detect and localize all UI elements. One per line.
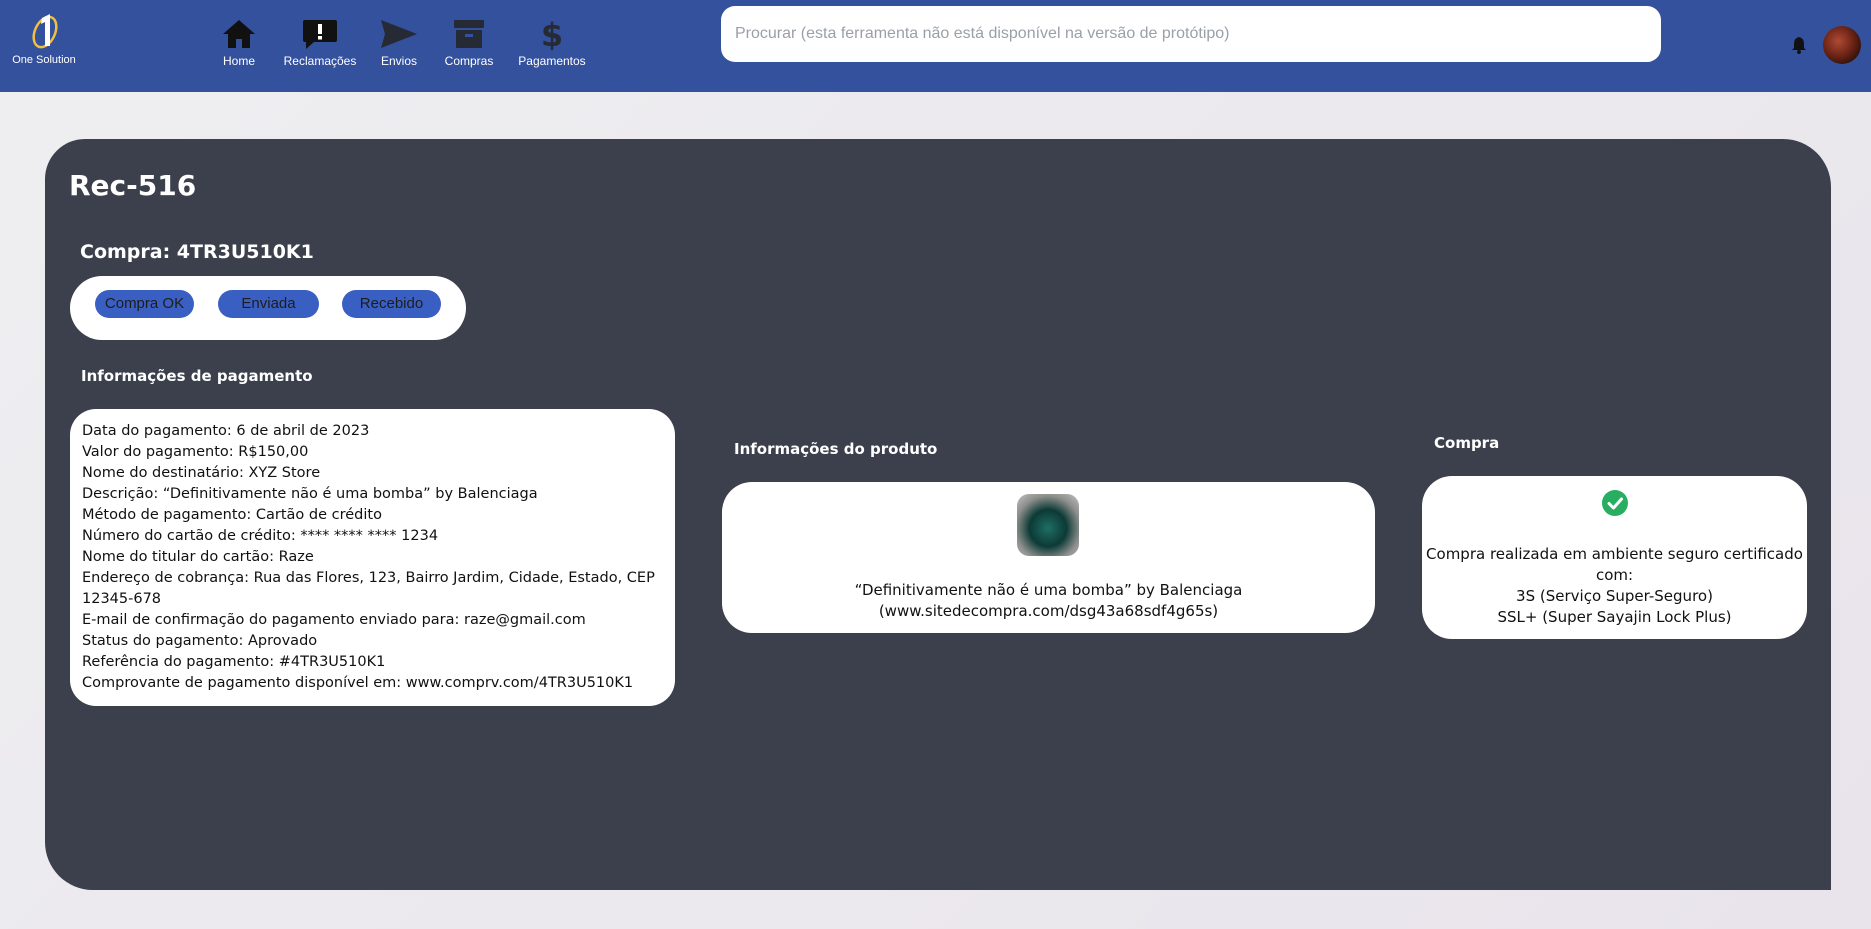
logo-text: One Solution — [12, 54, 76, 66]
payment-line: Valor do pagamento: R$150,00 — [82, 444, 309, 460]
check-circle-icon — [1602, 490, 1628, 516]
payment-line: Endereço de cobrança: Rua das Flores, 12… — [82, 570, 655, 607]
secure-line: 3S (Serviço Super-Seguro) — [1516, 587, 1713, 605]
nav-home[interactable]: Home — [214, 18, 264, 74]
payment-line: Nome do destinatário: XYZ Store — [82, 465, 321, 481]
payment-line: Referência do pagamento: #4TR3U510K1 — [82, 654, 386, 670]
status-tracker: Compra OK Enviada Recebido — [70, 276, 466, 340]
archive-icon — [454, 20, 484, 48]
logo-icon — [32, 14, 58, 49]
payment-line: Método de pagamento: Cartão de crédito — [82, 507, 382, 523]
send-icon — [381, 20, 417, 48]
main-panel: Rec-516 Compra: 4TR3U510K1 Compra OK Env… — [45, 139, 1831, 890]
purchase-heading: Compra — [1434, 434, 1500, 452]
payment-info-card: Data do pagamento: 6 de abril de 2023 Va… — [70, 409, 675, 706]
product-heading: Informações do produto — [734, 440, 938, 458]
search-input[interactable] — [721, 6, 1661, 62]
nav-pagamentos[interactable]: $ Pagamentos — [516, 18, 588, 74]
payment-line: Status do pagamento: Aprovado — [82, 633, 318, 649]
payment-line: Nome do titular do cartão: Raze — [82, 549, 314, 565]
payment-line: Data do pagamento: 6 de abril de 2023 — [82, 423, 370, 439]
status-compra-ok[interactable]: Compra OK — [95, 290, 194, 318]
nav-reclamacoes[interactable]: Reclamações — [282, 18, 358, 74]
nav-envios-label: Envios — [380, 54, 418, 68]
nav-compras-label: Compras — [444, 54, 494, 68]
bell-icon[interactable] — [1791, 36, 1807, 58]
product-info-card: “Definitivamente não é uma bomba” by Bal… — [722, 482, 1375, 633]
secure-line: Compra realizada em ambiente seguro cert… — [1426, 545, 1803, 563]
product-name: “Definitivamente não é uma bomba” by Bal… — [854, 581, 1243, 599]
nav-home-label: Home — [222, 54, 255, 68]
secure-line: com: — [1595, 566, 1634, 584]
purchase-title: Compra: 4TR3U510K1 — [80, 241, 314, 263]
logo[interactable]: One Solution — [8, 12, 80, 72]
payment-line: Descrição: “Definitivamente não é uma bo… — [82, 486, 538, 502]
top-navbar: One Solution Home Reclamações Envios Com… — [0, 0, 1871, 92]
payment-heading: Informações de pagamento — [81, 367, 313, 385]
nav-compras[interactable]: Compras — [440, 18, 498, 74]
product-image — [1017, 494, 1079, 556]
payment-line: Comprovante de pagamento disponível em: … — [82, 675, 634, 691]
complaint-icon — [303, 20, 337, 49]
svg-text:$: $ — [541, 18, 563, 50]
status-recebido[interactable]: Recebido — [342, 290, 441, 318]
nav-envios[interactable]: Envios — [374, 18, 424, 74]
dollar-icon: $ — [541, 18, 563, 50]
status-enviada[interactable]: Enviada — [218, 290, 319, 318]
home-icon — [223, 20, 255, 48]
avatar[interactable] — [1823, 26, 1861, 64]
secure-purchase-card: Compra realizada em ambiente seguro cert… — [1422, 476, 1807, 639]
nav-pagamentos-label: Pagamentos — [518, 54, 586, 68]
payment-line: E-mail de confirmação do pagamento envia… — [82, 612, 586, 628]
product-url[interactable]: (www.sitedecompra.com/dsg43a68sdf4g65s) — [722, 601, 1375, 622]
payment-line: Número do cartão de crédito: **** **** *… — [82, 528, 439, 544]
secure-line: SSL+ (Super Sayajin Lock Plus) — [1497, 608, 1732, 626]
page-title: Rec-516 — [69, 169, 197, 202]
nav-reclamacoes-label: Reclamações — [283, 54, 357, 68]
